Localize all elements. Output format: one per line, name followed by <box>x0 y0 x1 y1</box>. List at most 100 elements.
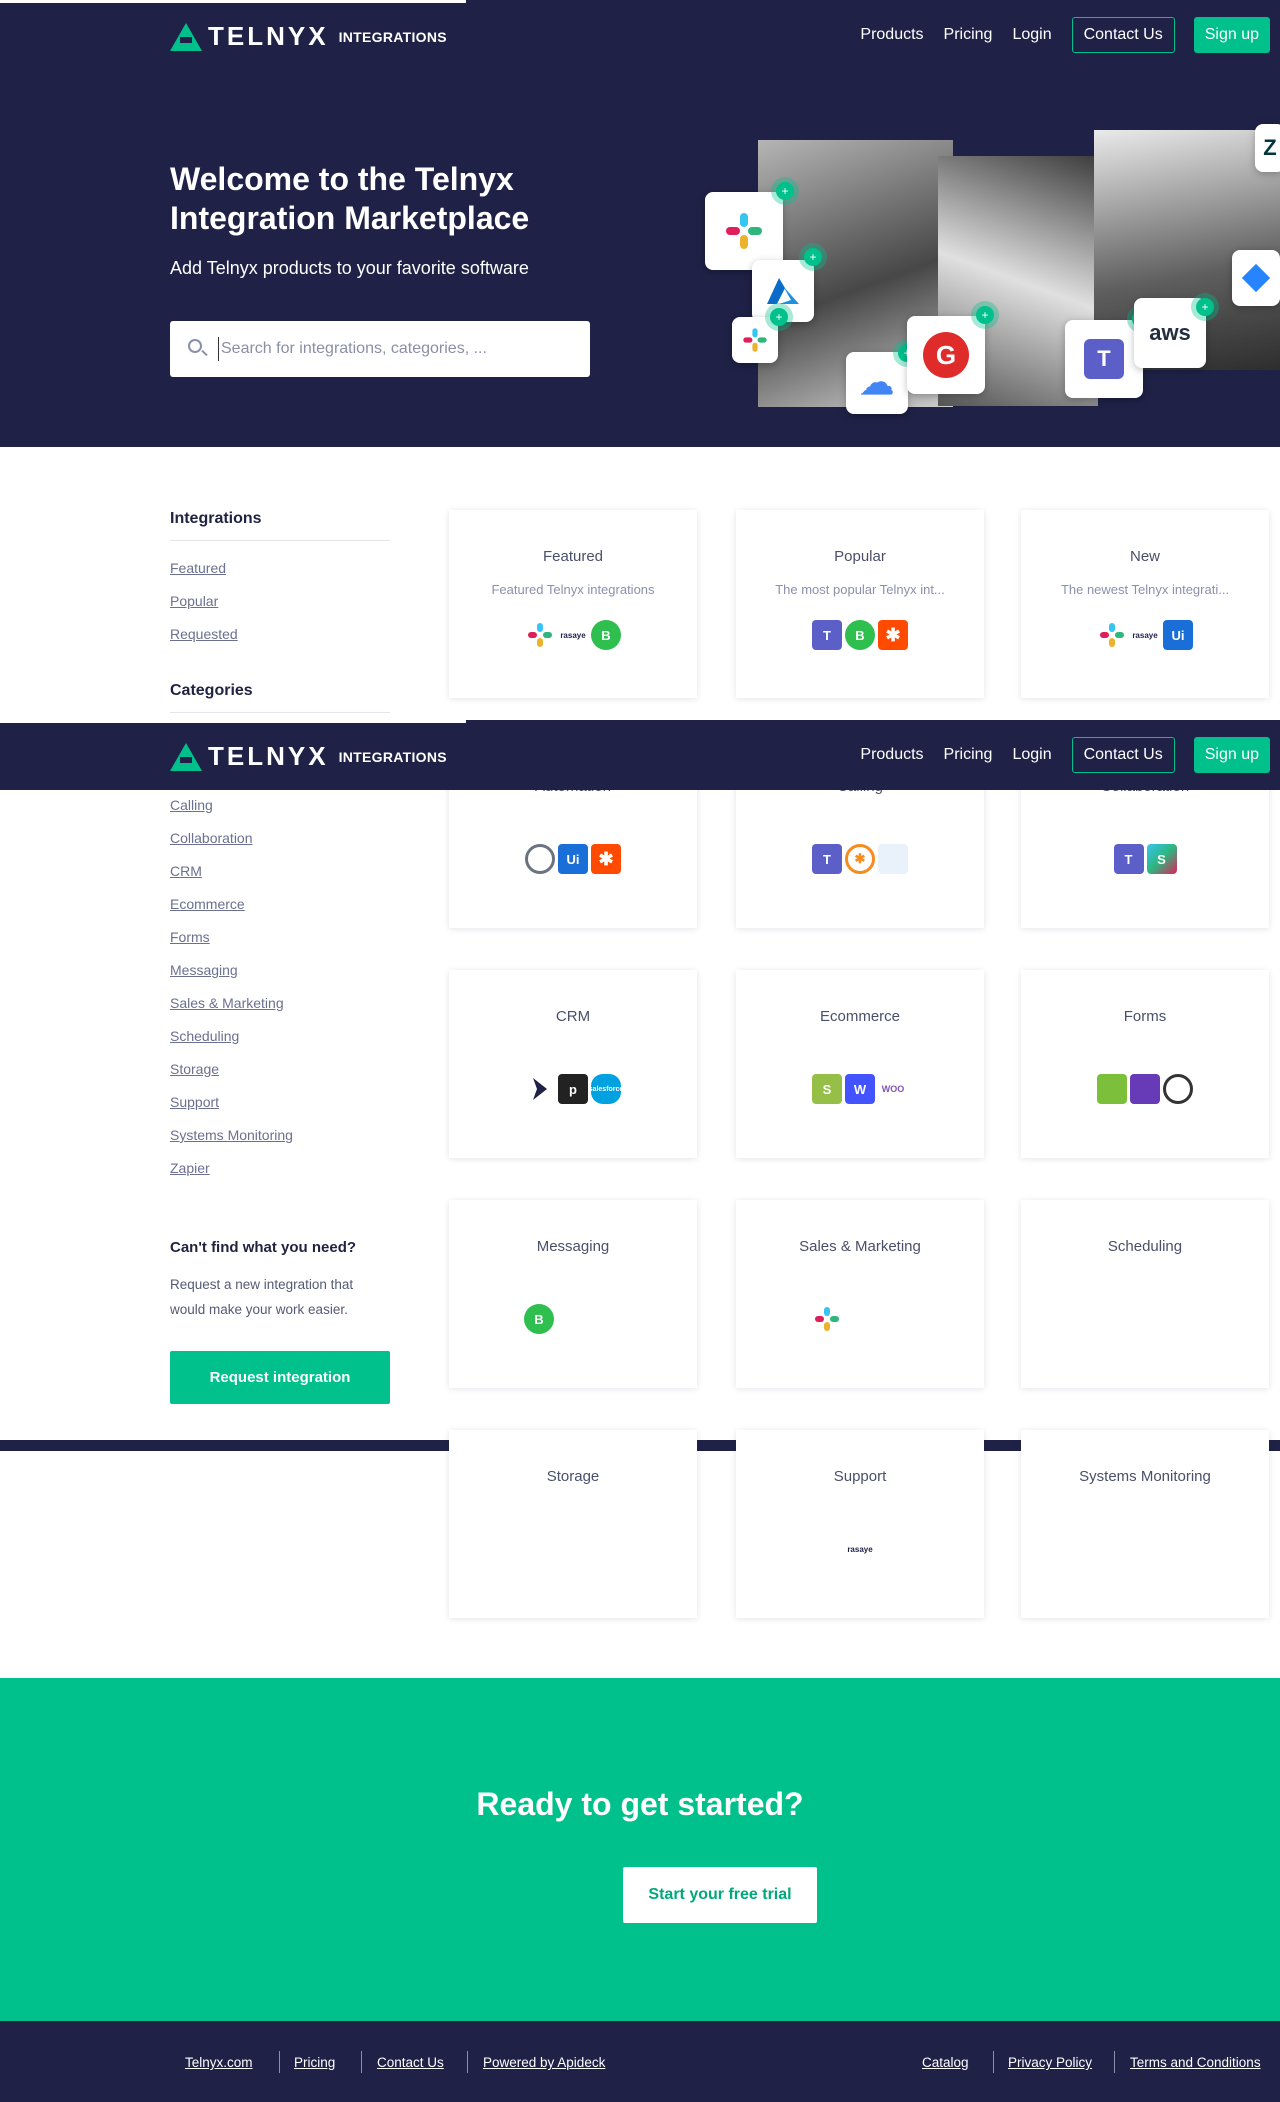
footer-link-contact[interactable]: Contact Us <box>377 2055 444 2070</box>
card-description: The most popular Telnyx int... <box>775 582 945 597</box>
plus-badge-icon: + <box>770 308 788 326</box>
google-cloud-logo-tile: ☁ <box>846 352 908 414</box>
sidebar-item-featured[interactable]: Featured <box>170 560 226 576</box>
plus-badge-icon: + <box>776 182 794 200</box>
sidebar-item-support[interactable]: Support <box>170 1094 219 1110</box>
card-title: Scheduling <box>1107 1238 1183 1255</box>
plus-badge-icon: + <box>976 306 994 324</box>
card-messaging[interactable]: Messaging B <box>449 1200 697 1388</box>
sidebar-item-forms[interactable]: Forms <box>170 929 210 945</box>
asterisk-icon: ✱ <box>845 844 875 874</box>
sidebar-item-requested[interactable]: Requested <box>170 626 238 642</box>
sidebar-item-popular[interactable]: Popular <box>170 593 218 609</box>
card-title: Ecommerce <box>819 1008 901 1025</box>
brand-subtitle: INTEGRATIONS <box>338 28 447 45</box>
card-title: Sales & Marketing <box>799 1238 921 1255</box>
card-popular[interactable]: Popular The most popular Telnyx int... T… <box>736 510 984 698</box>
google-cloud-icon: ☁ <box>860 364 894 402</box>
sidebar-item-storage[interactable]: Storage <box>170 1061 219 1077</box>
card-support[interactable]: Support rasaye <box>736 1430 984 1618</box>
teams-icon: T <box>812 620 842 650</box>
nav-pricing[interactable]: Pricing <box>944 746 993 764</box>
request-text: Request a new integration that would mak… <box>170 1272 400 1322</box>
whatsapp-business-icon: B <box>845 620 875 650</box>
card-crm[interactable]: CRM p salesforce <box>449 970 697 1158</box>
footer-link-pricing[interactable]: Pricing <box>294 2055 335 2070</box>
azure-icon <box>767 278 799 304</box>
nav-pricing[interactable]: Pricing <box>944 26 993 44</box>
teams-icon: T <box>1084 339 1124 379</box>
brand-logo[interactable]: TELNYX INTEGRATIONS <box>170 21 447 52</box>
card-icons: T B ✱ <box>736 620 984 650</box>
hero-subtitle: Add Telnyx products to your favorite sof… <box>170 258 529 278</box>
card-storage[interactable]: Storage <box>449 1430 697 1618</box>
request-integration-button[interactable]: Request integration <box>170 1351 390 1404</box>
card-icons: p salesforce <box>449 1074 697 1104</box>
footer-link-apideck[interactable]: Powered by Apideck <box>483 2055 605 2070</box>
nav-products[interactable]: Products <box>860 26 923 44</box>
cta-band: Ready to get started? Start your free tr… <box>0 1678 1280 2021</box>
gravity-forms-icon <box>1163 1074 1193 1104</box>
footer-link-telnyx[interactable]: Telnyx.com <box>185 2055 253 2070</box>
card-systems-monitoring[interactable]: Systems Monitoring <box>1021 1430 1269 1618</box>
contact-us-button[interactable]: Contact Us <box>1071 737 1175 773</box>
jira-icon <box>1241 263 1271 293</box>
nav-products[interactable]: Products <box>860 746 923 764</box>
nav-login[interactable]: Login <box>1012 26 1051 44</box>
slack-icon: S <box>1146 844 1177 874</box>
search-box[interactable] <box>170 321 590 377</box>
start-free-trial-button[interactable]: Start your free trial <box>623 1867 817 1923</box>
teams-logo-tile: T <box>1065 320 1143 398</box>
card-featured[interactable]: Featured Featured Telnyx integrations ra… <box>449 510 697 698</box>
nav-login[interactable]: Login <box>1012 746 1051 764</box>
shopify-icon: S <box>812 1074 842 1104</box>
sidebar-item-calling[interactable]: Calling <box>170 797 213 813</box>
zendesk-icon: Z <box>1263 135 1277 160</box>
sidebar-item-ecommerce[interactable]: Ecommerce <box>170 896 245 912</box>
sidebar-item-sales-marketing[interactable]: Sales & Marketing <box>170 995 284 1011</box>
footer-link-catalog[interactable]: Catalog <box>922 2055 969 2070</box>
sign-up-button[interactable]: Sign up <box>1193 737 1270 773</box>
search-icon <box>188 339 202 353</box>
card-sales-marketing[interactable]: Sales & Marketing <box>736 1200 984 1388</box>
footer-divider <box>279 2051 280 2073</box>
search-input[interactable] <box>218 337 568 361</box>
card-icons: S W WOO <box>736 1074 984 1104</box>
footer-divider <box>361 2051 362 2073</box>
contact-us-button[interactable]: Contact Us <box>1071 17 1175 53</box>
card-icons: rasaye <box>736 1534 984 1564</box>
card-icons: T S <box>1021 844 1269 874</box>
card-icons: B <box>449 1304 697 1334</box>
sidebar-item-messaging[interactable]: Messaging <box>170 962 238 978</box>
sidebar-item-systems-monitoring[interactable]: Systems Monitoring <box>170 1127 293 1143</box>
card-forms[interactable]: Forms <box>1021 970 1269 1158</box>
zapier-icon: ✱ <box>878 620 908 650</box>
footer-link-privacy[interactable]: Privacy Policy <box>1008 2055 1092 2070</box>
card-icons: T ✱ <box>736 844 984 874</box>
card-title: Support <box>833 1468 887 1485</box>
brand-wordmark: TELNYX <box>208 21 329 51</box>
footer-link-terms[interactable]: Terms and Conditions <box>1130 2055 1261 2070</box>
card-icons: Ui ✱ <box>449 844 697 874</box>
sidebar-item-zapier[interactable]: Zapier <box>170 1160 210 1176</box>
forms-icon <box>1130 1074 1160 1104</box>
slack-icon <box>743 328 767 352</box>
pipedrive-icon: p <box>558 1074 588 1104</box>
sidebar-item-crm[interactable]: CRM <box>170 863 202 879</box>
card-new[interactable]: New The newest Telnyx integrati... rasay… <box>1021 510 1269 698</box>
sidebar-item-collaboration[interactable]: Collaboration <box>170 830 253 846</box>
card-scheduling[interactable]: Scheduling <box>1021 1200 1269 1388</box>
card-ecommerce[interactable]: Ecommerce S W WOO <box>736 970 984 1158</box>
brand-logo[interactable]: TELNYX INTEGRATIONS <box>170 741 447 772</box>
hero-collage: + + + ☁ + G + T + aws + <box>700 120 1280 420</box>
plus-badge-icon: + <box>804 248 822 266</box>
sidebar-item-scheduling[interactable]: Scheduling <box>170 1028 239 1044</box>
other-calling-icon <box>878 844 908 874</box>
whatsapp-business-icon: B <box>591 620 621 650</box>
top-highlight-line <box>0 0 466 3</box>
sign-up-button[interactable]: Sign up <box>1193 17 1270 53</box>
dynamics-icon <box>533 1078 547 1100</box>
site-header: TELNYX INTEGRATIONS Products Pricing Log… <box>0 0 1280 70</box>
card-title: Featured <box>542 548 604 565</box>
card-icons <box>736 1304 984 1334</box>
